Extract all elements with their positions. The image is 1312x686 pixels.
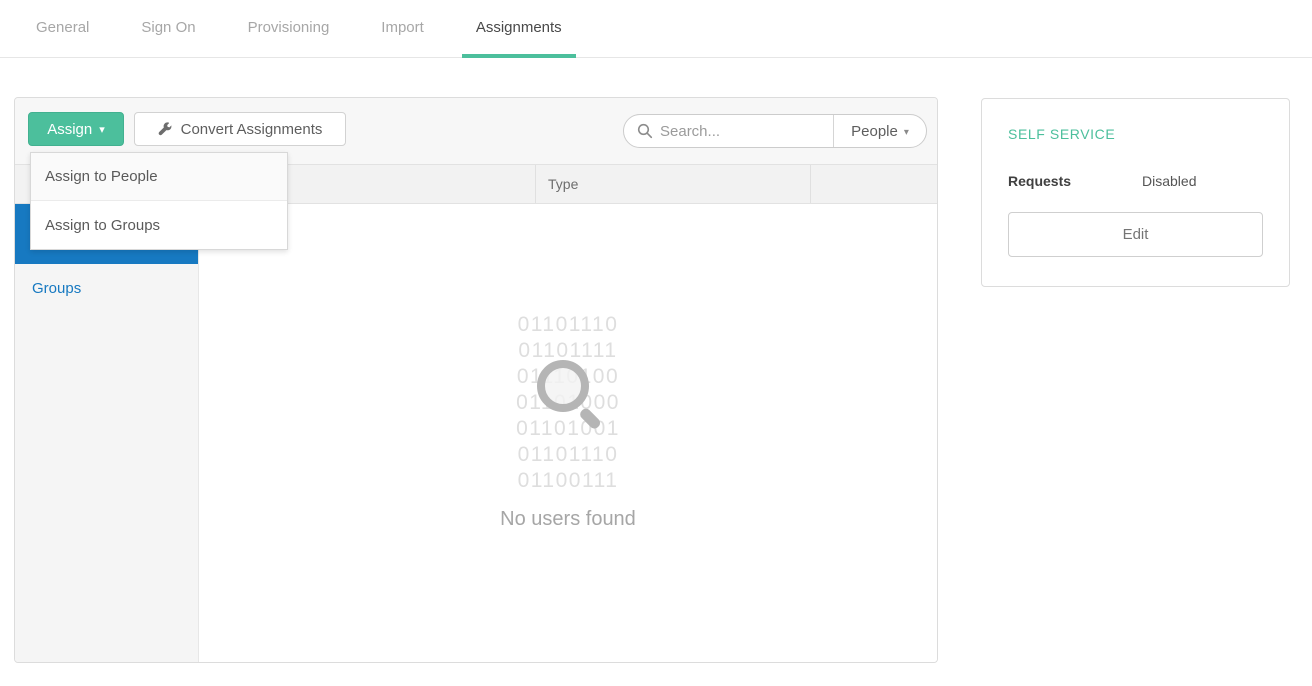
- requests-row: Requests Disabled: [1008, 173, 1263, 189]
- convert-assignments-button[interactable]: Convert Assignments: [134, 112, 346, 146]
- tab-general[interactable]: General: [22, 1, 103, 58]
- menu-item-assign-to-people[interactable]: Assign to People: [31, 153, 287, 201]
- menu-item-assign-to-groups[interactable]: Assign to Groups: [31, 201, 287, 249]
- assign-dropdown-menu: Assign to People Assign to Groups: [30, 152, 288, 250]
- search-scope-label: People: [851, 123, 898, 140]
- chevron-down-icon: ▾: [99, 125, 105, 136]
- column-header-actions: [811, 165, 937, 203]
- self-service-panel: SELF SERVICE Requests Disabled Edit: [981, 98, 1290, 287]
- empty-state: 01101110 01101111 01110100 01101000 0110…: [199, 312, 937, 531]
- search-icon: [637, 123, 653, 139]
- assign-button[interactable]: Assign ▾: [28, 112, 124, 146]
- binary-row: 01100111: [516, 468, 620, 494]
- requests-value: Disabled: [1142, 173, 1196, 189]
- binary-row: 01101110: [516, 312, 620, 338]
- self-service-title: SELF SERVICE: [1008, 126, 1263, 142]
- search-pill: People ▾: [623, 114, 927, 148]
- requests-label: Requests: [1008, 173, 1142, 189]
- app-assignments-page: General Sign On Provisioning Import Assi…: [0, 0, 1312, 686]
- magnifier-handle: [578, 407, 602, 431]
- app-tabs-bar: General Sign On Provisioning Import Assi…: [0, 0, 1312, 58]
- sidebar-item-groups[interactable]: Groups: [15, 264, 198, 312]
- magnifier-icon: [535, 358, 601, 424]
- search-input[interactable]: [660, 123, 810, 140]
- convert-assignments-label: Convert Assignments: [181, 121, 323, 138]
- search-scope-dropdown[interactable]: People ▾: [833, 115, 926, 147]
- column-header-type: Type: [536, 165, 811, 203]
- binary-art: 01101110 01101111 01110100 01101000 0110…: [516, 312, 620, 494]
- tab-import[interactable]: Import: [367, 1, 438, 58]
- tab-assignments[interactable]: Assignments: [462, 1, 576, 58]
- edit-button[interactable]: Edit: [1008, 212, 1263, 257]
- magnifier-lens: [537, 360, 589, 412]
- assignments-sidebar: People Groups: [15, 204, 199, 662]
- empty-state-message: No users found: [199, 508, 937, 531]
- tab-provisioning[interactable]: Provisioning: [234, 1, 344, 58]
- search-field: [624, 115, 833, 147]
- assign-button-label: Assign: [47, 121, 92, 138]
- chevron-down-icon: ▾: [904, 127, 909, 138]
- wrench-icon: [158, 122, 173, 137]
- assignments-body: People Groups 01101110 01101111 01110100…: [15, 204, 937, 662]
- tab-sign-on[interactable]: Sign On: [127, 1, 209, 58]
- assignments-content: 01101110 01101111 01110100 01101000 0110…: [199, 204, 937, 662]
